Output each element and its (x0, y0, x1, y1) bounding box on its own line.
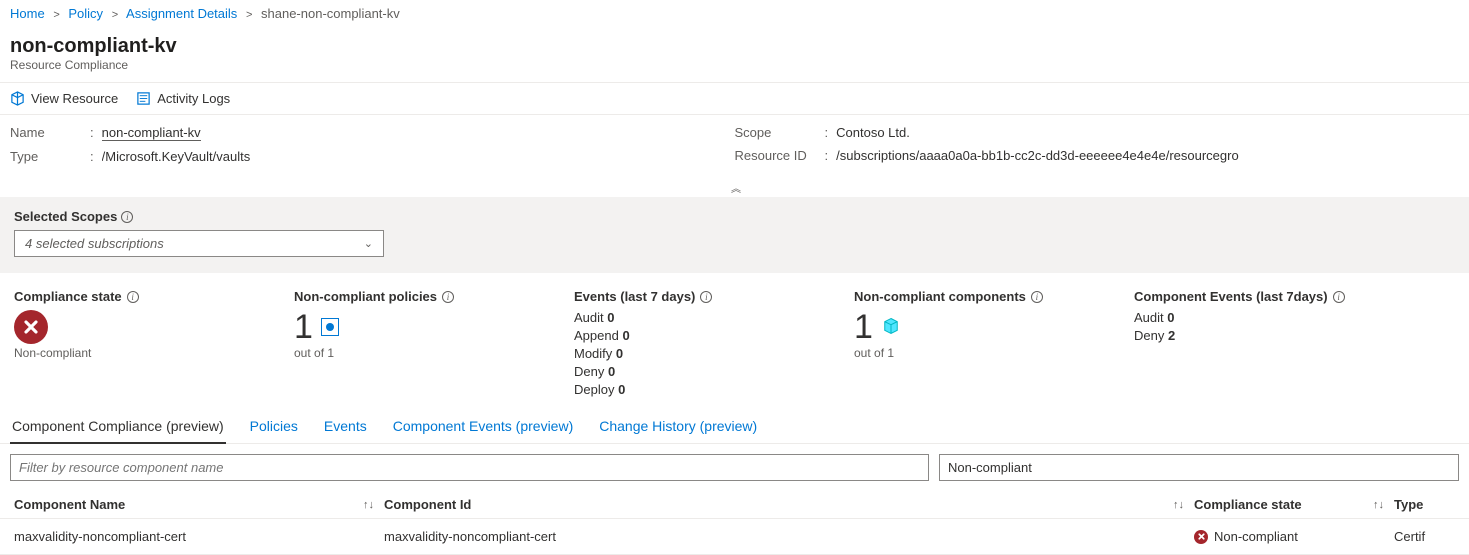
info-icon[interactable]: i (127, 291, 139, 303)
sort-icon: ↑↓ (1173, 499, 1184, 511)
col-header-state[interactable]: Compliance state ↑↓ (1194, 497, 1394, 512)
component-events-block: Component Events (last 7days) i Audit 0 … (1134, 289, 1455, 400)
breadcrumb-policy[interactable]: Policy (68, 6, 103, 21)
cube-icon (881, 316, 901, 339)
non-compliant-policies-block: Non-compliant policies i 1 out of 1 (294, 289, 564, 400)
prop-type-value: /Microsoft.KeyVault/vaults (102, 149, 251, 164)
event-deny-value: 0 (608, 364, 615, 379)
compliance-state-title: Compliance state (14, 289, 122, 304)
chevron-right-icon: > (246, 9, 252, 21)
activity-logs-label: Activity Logs (157, 91, 230, 106)
nc-policies-sub: out of 1 (294, 346, 564, 360)
event-audit-label: Audit (574, 310, 604, 325)
chevron-right-icon: > (112, 9, 118, 21)
selected-scopes-panel: Selected Scopes i 4 selected subscriptio… (0, 197, 1469, 273)
prop-scope-value: Contoso Ltd. (836, 125, 910, 140)
breadcrumb-current: shane-non-compliant-kv (261, 6, 400, 21)
scopes-dropdown[interactable]: 4 selected subscriptions ⌄ (14, 230, 384, 257)
comp-event-audit-value: 0 (1167, 310, 1174, 325)
non-compliant-icon (14, 310, 48, 344)
sort-icon: ↑↓ (363, 499, 374, 511)
collapse-chevron-icon[interactable]: ︽ (731, 184, 738, 195)
cell-type: Certif (1394, 529, 1455, 544)
activity-logs-button[interactable]: Activity Logs (136, 91, 230, 106)
info-icon[interactable]: i (442, 291, 454, 303)
cell-id: maxvalidity-noncompliant-cert (384, 529, 1194, 544)
tab-change-history[interactable]: Change History (preview) (597, 410, 759, 443)
filter-row (0, 444, 1469, 491)
breadcrumb-home[interactable]: Home (10, 6, 45, 21)
comp-event-deny-value: 2 (1168, 328, 1175, 343)
compliance-state-filter[interactable] (939, 454, 1459, 481)
tab-component-compliance[interactable]: Component Compliance (preview) (10, 410, 226, 443)
comp-event-audit-label: Audit (1134, 310, 1164, 325)
chevron-down-icon: ⌄ (364, 237, 373, 250)
events-block: Events (last 7 days) i Audit 0 Append 0 … (574, 289, 844, 400)
table-header: Component Name ↑↓ Component Id ↑↓ Compli… (0, 491, 1469, 519)
prop-resid-value: /subscriptions/aaaa0a0a-bb1b-cc2c-dd3d-e… (836, 148, 1239, 163)
event-modify-value: 0 (616, 346, 623, 361)
breadcrumb-assignment[interactable]: Assignment Details (126, 6, 237, 21)
tab-events[interactable]: Events (322, 410, 369, 443)
event-modify-label: Modify (574, 346, 612, 361)
info-icon[interactable]: i (1333, 291, 1345, 303)
event-append-label: Append (574, 328, 619, 343)
tab-component-events[interactable]: Component Events (preview) (391, 410, 576, 443)
nc-comp-num: 1 (854, 310, 873, 344)
event-deny-label: Deny (574, 364, 604, 379)
cell-name: maxvalidity-noncompliant-cert (14, 529, 384, 544)
nc-comp-sub: out of 1 (854, 346, 1124, 360)
breadcrumb: Home > Policy > Assignment Details > sha… (0, 0, 1469, 27)
comp-events-title: Component Events (last 7days) (1134, 289, 1328, 304)
col-header-type[interactable]: Type (1394, 497, 1455, 512)
event-audit-value: 0 (607, 310, 614, 325)
page-subtitle: Resource Compliance (10, 58, 1459, 72)
components-table: Component Name ↑↓ Component Id ↑↓ Compli… (0, 491, 1469, 555)
cell-state: Non-compliant (1194, 529, 1394, 544)
stats-row: Compliance state i Non-compliant Non-com… (0, 273, 1469, 410)
nc-policies-num: 1 (294, 310, 313, 344)
view-resource-button[interactable]: View Resource (10, 91, 118, 106)
prop-scope-label: Scope (735, 125, 825, 140)
nc-comp-title: Non-compliant components (854, 289, 1026, 304)
log-icon (136, 91, 151, 106)
prop-name-label: Name (10, 125, 90, 141)
event-deploy-value: 0 (618, 382, 625, 397)
filter-input[interactable] (10, 454, 929, 481)
non-compliant-components-block: Non-compliant components i 1 out of 1 (854, 289, 1124, 400)
comp-event-deny-label: Deny (1134, 328, 1164, 343)
tab-policies[interactable]: Policies (248, 410, 300, 443)
toolbar: View Resource Activity Logs (0, 83, 1469, 115)
event-deploy-label: Deploy (574, 382, 614, 397)
info-icon[interactable]: i (1031, 291, 1043, 303)
nc-policies-title: Non-compliant policies (294, 289, 437, 304)
selected-scopes-title: Selected Scopes (14, 209, 117, 224)
sort-icon: ↑↓ (1373, 499, 1384, 511)
compliance-state-label: Non-compliant (14, 346, 284, 360)
policy-icon (321, 318, 339, 336)
non-compliant-icon (1194, 530, 1208, 544)
col-header-id[interactable]: Component Id ↑↓ (384, 497, 1194, 512)
events-title: Events (last 7 days) (574, 289, 695, 304)
info-icon[interactable]: i (700, 291, 712, 303)
table-row[interactable]: maxvalidity-noncompliant-cert maxvalidit… (0, 519, 1469, 555)
page-header: non-compliant-kv Resource Compliance (0, 27, 1469, 76)
prop-name-value[interactable]: non-compliant-kv (102, 125, 201, 141)
properties: Name : non-compliant-kv Type : /Microsof… (0, 115, 1469, 178)
prop-type-label: Type (10, 149, 90, 164)
info-icon[interactable]: i (121, 211, 133, 223)
prop-resid-label: Resource ID (735, 148, 825, 163)
col-header-name[interactable]: Component Name ↑↓ (14, 497, 384, 512)
page-title: non-compliant-kv (10, 35, 1459, 58)
tabs: Component Compliance (preview) Policies … (0, 410, 1469, 444)
scopes-dropdown-value: 4 selected subscriptions (25, 236, 164, 251)
cube-icon (10, 91, 25, 106)
compliance-state-block: Compliance state i Non-compliant (14, 289, 284, 400)
event-append-value: 0 (622, 328, 629, 343)
view-resource-label: View Resource (31, 91, 118, 106)
chevron-right-icon: > (53, 9, 59, 21)
